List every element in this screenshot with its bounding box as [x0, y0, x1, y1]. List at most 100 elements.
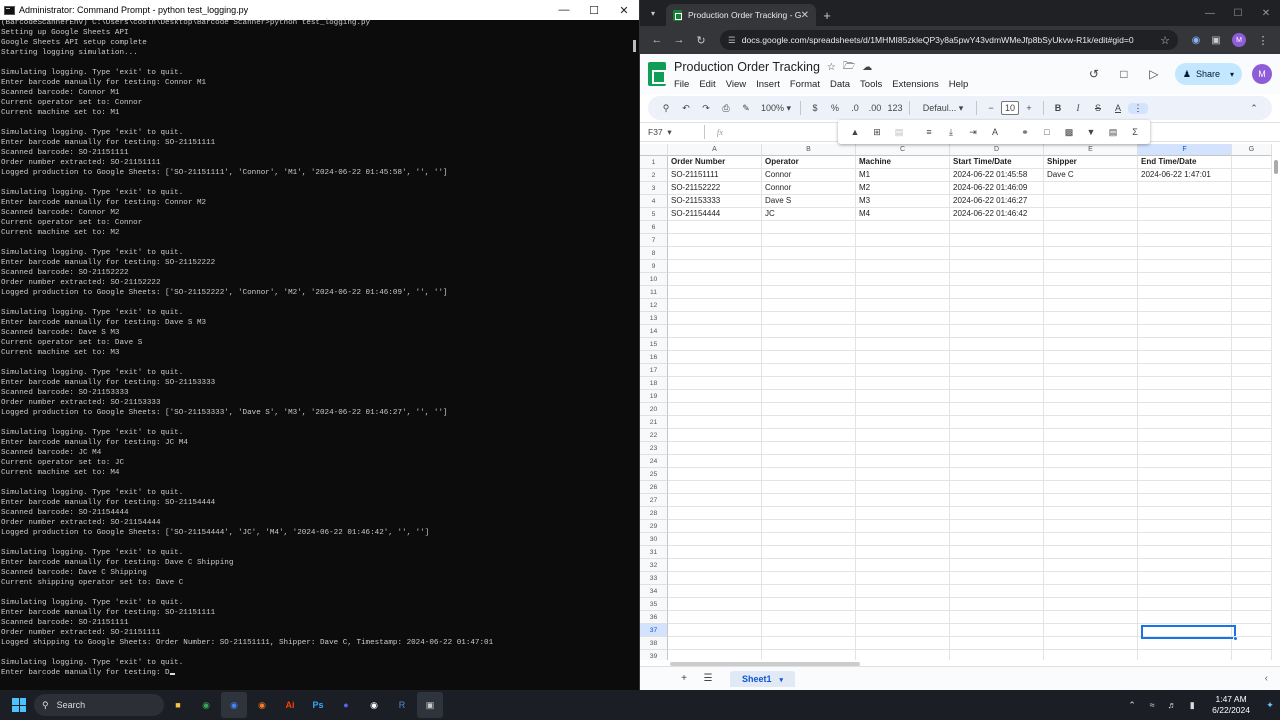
cell-a13[interactable] — [668, 312, 762, 325]
cell-b26[interactable] — [762, 481, 856, 494]
cell-c31[interactable] — [856, 546, 950, 559]
cell-b16[interactable] — [762, 351, 856, 364]
cell-a7[interactable] — [668, 234, 762, 247]
cell-f25[interactable] — [1138, 468, 1232, 481]
row-header[interactable]: 5 — [640, 208, 668, 221]
cell-c21[interactable] — [856, 416, 950, 429]
cell-f16[interactable] — [1138, 351, 1232, 364]
cell-d34[interactable] — [950, 585, 1044, 598]
cell-c32[interactable] — [856, 559, 950, 572]
cell-a11[interactable] — [668, 286, 762, 299]
cell-g34[interactable] — [1232, 585, 1272, 598]
cell-c35[interactable] — [856, 598, 950, 611]
cell-e4[interactable] — [1044, 195, 1138, 208]
cell-g3[interactable] — [1232, 182, 1272, 195]
cell-c20[interactable] — [856, 403, 950, 416]
cell-g7[interactable] — [1232, 234, 1272, 247]
row-header[interactable]: 17 — [640, 364, 668, 377]
cell-d30[interactable] — [950, 533, 1044, 546]
row-header[interactable]: 18 — [640, 377, 668, 390]
cell-d16[interactable] — [950, 351, 1044, 364]
filter-icon[interactable]: ▼ — [1080, 127, 1102, 137]
cell-d6[interactable] — [950, 221, 1044, 234]
more-formats-button[interactable]: 123 — [885, 103, 905, 113]
cell-c13[interactable] — [856, 312, 950, 325]
cell-g39[interactable] — [1232, 650, 1272, 660]
cell-b25[interactable] — [762, 468, 856, 481]
row-header[interactable]: 29 — [640, 520, 668, 533]
row-header[interactable]: 36 — [640, 611, 668, 624]
cell-d5[interactable]: 2024-06-22 01:46:42 — [950, 208, 1044, 221]
row-header[interactable]: 9 — [640, 260, 668, 273]
cell-g31[interactable] — [1232, 546, 1272, 559]
cell-b21[interactable] — [762, 416, 856, 429]
row-header[interactable]: 20 — [640, 403, 668, 416]
cell-e6[interactable] — [1044, 221, 1138, 234]
address-bar[interactable]: ☰ docs.google.com/spreadsheets/d/1MHMI85… — [720, 30, 1178, 50]
row-header[interactable]: 14 — [640, 325, 668, 338]
browser-tab[interactable]: Production Order Tracking - Go ✕ — [666, 4, 816, 26]
cell-e38[interactable] — [1044, 637, 1138, 650]
cell-b33[interactable] — [762, 572, 856, 585]
cell-g25[interactable] — [1232, 468, 1272, 481]
row-header[interactable]: 11 — [640, 286, 668, 299]
cell-f17[interactable] — [1138, 364, 1232, 377]
extensions-puzzle-icon[interactable]: ▣ — [1206, 35, 1226, 46]
cell-c4[interactable]: M3 — [856, 195, 950, 208]
row-header[interactable]: 39 — [640, 650, 668, 660]
cell-g22[interactable] — [1232, 429, 1272, 442]
strikethrough-icon[interactable]: S — [1088, 103, 1108, 113]
cell-g36[interactable] — [1232, 611, 1272, 624]
cell-c8[interactable] — [856, 247, 950, 260]
grid-horizontal-scrollbar[interactable] — [670, 662, 860, 666]
cell-b13[interactable] — [762, 312, 856, 325]
cell-a15[interactable] — [668, 338, 762, 351]
cell-d27[interactable] — [950, 494, 1044, 507]
cell-f14[interactable] — [1138, 325, 1232, 338]
cell-g20[interactable] — [1232, 403, 1272, 416]
site-info-icon[interactable]: ☰ — [728, 35, 736, 46]
cell-c6[interactable] — [856, 221, 950, 234]
format-percent-button[interactable]: % — [825, 103, 845, 113]
cell-f34[interactable] — [1138, 585, 1232, 598]
cell-g28[interactable] — [1232, 507, 1272, 520]
redo-icon[interactable]: ↷ — [696, 103, 716, 114]
decrease-font-size-icon[interactable]: − — [981, 103, 1001, 113]
cell-c26[interactable] — [856, 481, 950, 494]
cell-f15[interactable] — [1138, 338, 1232, 351]
cell-a36[interactable] — [668, 611, 762, 624]
new-tab-icon[interactable]: + — [816, 4, 838, 26]
cell-g12[interactable] — [1232, 299, 1272, 312]
cell-b9[interactable] — [762, 260, 856, 273]
cell-c17[interactable] — [856, 364, 950, 377]
cell-c37[interactable] — [856, 624, 950, 637]
cell-d36[interactable] — [950, 611, 1044, 624]
cell-a25[interactable] — [668, 468, 762, 481]
cell-c10[interactable] — [856, 273, 950, 286]
cell-a10[interactable] — [668, 273, 762, 286]
chrome-profile-icon[interactable]: ◉ — [221, 692, 247, 718]
cell-d14[interactable] — [950, 325, 1044, 338]
sheets-logo-icon[interactable] — [648, 62, 666, 86]
cell-b20[interactable] — [762, 403, 856, 416]
close-icon[interactable]: ✕ — [609, 0, 639, 20]
cell-a30[interactable] — [668, 533, 762, 546]
cell-d38[interactable] — [950, 637, 1044, 650]
cell-g17[interactable] — [1232, 364, 1272, 377]
cloud-status-icon[interactable]: ☁ — [862, 62, 872, 73]
cell-a37[interactable] — [668, 624, 762, 637]
collapse-toolbar-icon[interactable]: ⌃ — [1244, 103, 1264, 114]
cell-a14[interactable] — [668, 325, 762, 338]
cell-f2[interactable]: 2024-06-22 1:47:01 — [1138, 169, 1232, 182]
cell-c19[interactable] — [856, 390, 950, 403]
cell-e35[interactable] — [1044, 598, 1138, 611]
cell-c9[interactable] — [856, 260, 950, 273]
cell-e17[interactable] — [1044, 364, 1138, 377]
increase-font-size-icon[interactable]: + — [1019, 103, 1039, 113]
font-select[interactable]: Defaul... ▾ — [914, 103, 972, 114]
cell-c27[interactable] — [856, 494, 950, 507]
cell-b23[interactable] — [762, 442, 856, 455]
menu-item-edit[interactable]: Edit — [699, 79, 715, 90]
copilot-icon[interactable]: ✦ — [1260, 700, 1280, 711]
fill-color-icon[interactable]: ▲ — [844, 127, 866, 137]
